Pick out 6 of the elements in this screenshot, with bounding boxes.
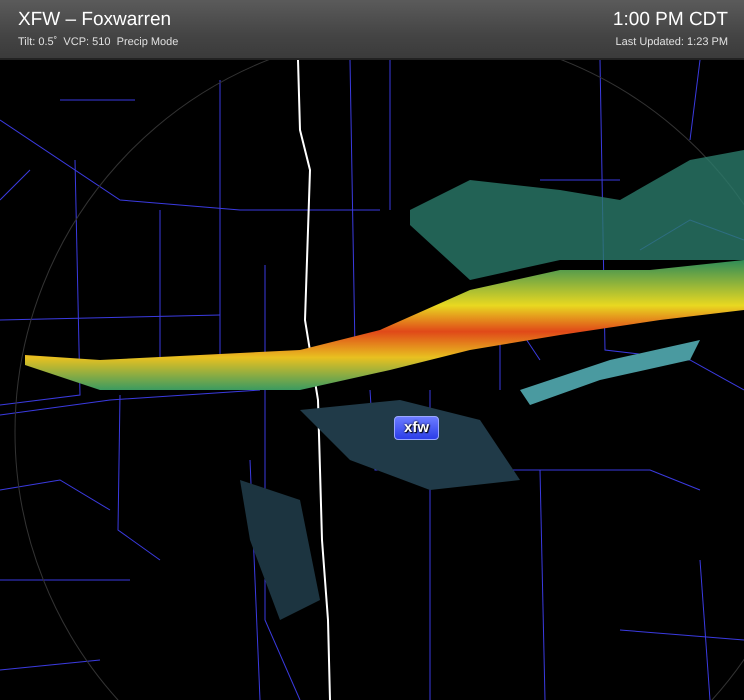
radar-map[interactable]: xfw xyxy=(0,60,744,700)
station-title: XFW – Foxwarren xyxy=(18,8,172,32)
station-marker[interactable]: xfw xyxy=(394,416,440,440)
scan-info: Tilt: 0.5˚ VCP: 510 Precip Mode xyxy=(18,36,180,48)
last-updated: Last Updated: 1:23 PM xyxy=(614,36,728,48)
scan-time: 1:00 PM CDT xyxy=(612,8,728,32)
